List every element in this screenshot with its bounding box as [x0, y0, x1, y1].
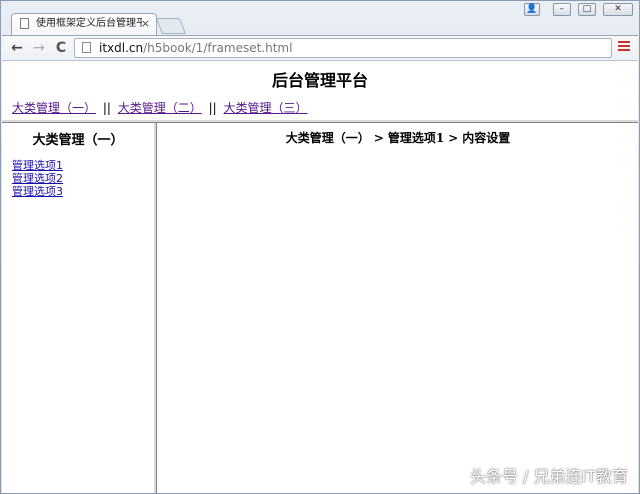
breadcrumb-arrow: >: [373, 131, 384, 145]
left-frame-heading: 大类管理（一）: [32, 133, 124, 148]
nav-link-category-1[interactable]: 大类管理（一）: [12, 101, 96, 115]
page-icon: [20, 18, 29, 29]
page-icon: [82, 42, 91, 53]
window-controls: 👤 – □ ✕: [522, 3, 633, 17]
menu-icon[interactable]: [618, 41, 630, 55]
reload-button[interactable]: C: [52, 39, 70, 57]
tab-title: 使用框架定义后台管理平台: [36, 18, 142, 29]
watermark: 头条号 / 兄弟连IT教育: [469, 467, 628, 486]
breadcrumb-item: 管理选项1: [387, 131, 445, 145]
main-frame: 大类管理（一） > 管理选项1 > 内容设置: [158, 123, 638, 493]
page-title: 后台管理平台: [271, 71, 368, 90]
browser-toolbar: ← → C itxdl.cn/h5book/1/frameset.html: [2, 35, 638, 61]
menu-link-option-2[interactable]: 管理选项2: [12, 172, 63, 185]
left-frame: 大类管理（一） 管理选项1 管理选项2 管理选项3: [2, 123, 157, 493]
minimize-button[interactable]: –: [552, 3, 571, 16]
maximize-button[interactable]: □: [577, 3, 596, 16]
nav-link-category-3[interactable]: 大类管理（三）: [224, 101, 308, 115]
back-button[interactable]: ←: [8, 39, 26, 57]
breadcrumb-item: 大类管理（一）: [285, 131, 370, 145]
breadcrumb-item: 内容设置: [462, 131, 511, 145]
breadcrumb-arrow: >: [448, 131, 459, 145]
url-host: itxdl.cn: [99, 41, 144, 55]
url-path: /h5book/1/frameset.html: [143, 41, 293, 55]
nav-separator: ||: [102, 101, 111, 115]
user-icon[interactable]: 👤: [523, 3, 540, 16]
browser-window: 使用框架定义后台管理平台 × 👤 – □ ✕ ← → C itxdl.cn/h5…: [0, 0, 640, 494]
left-menu: 管理选项1 管理选项2 管理选项3: [12, 159, 63, 198]
address-bar[interactable]: itxdl.cn/h5book/1/frameset.html: [74, 38, 612, 58]
tab-strip: 使用框架定义后台管理平台 × 👤 – □ ✕: [1, 1, 639, 35]
top-nav: 大类管理（一） || 大类管理（二） || 大类管理（三）: [12, 99, 308, 116]
nav-link-category-2[interactable]: 大类管理（二）: [118, 101, 202, 115]
new-tab-button[interactable]: [156, 18, 186, 34]
page-viewport: 后台管理平台 大类管理（一） || 大类管理（二） || 大类管理（三） 大类管…: [2, 61, 638, 493]
menu-link-option-3[interactable]: 管理选项3: [12, 185, 63, 198]
close-window-button[interactable]: ✕: [603, 3, 633, 16]
breadcrumb: 大类管理（一） > 管理选项1 > 内容设置: [158, 129, 638, 146]
url-text: itxdl.cn/h5book/1/frameset.html: [99, 39, 292, 57]
top-frame: 后台管理平台 大类管理（一） || 大类管理（二） || 大类管理（三）: [2, 61, 638, 123]
tab-close-button[interactable]: ×: [141, 14, 150, 34]
forward-button[interactable]: →: [30, 39, 48, 57]
browser-tab[interactable]: 使用框架定义后台管理平台 ×: [11, 13, 157, 35]
menu-link-option-1[interactable]: 管理选项1: [12, 159, 63, 172]
nav-separator: ||: [208, 101, 217, 115]
